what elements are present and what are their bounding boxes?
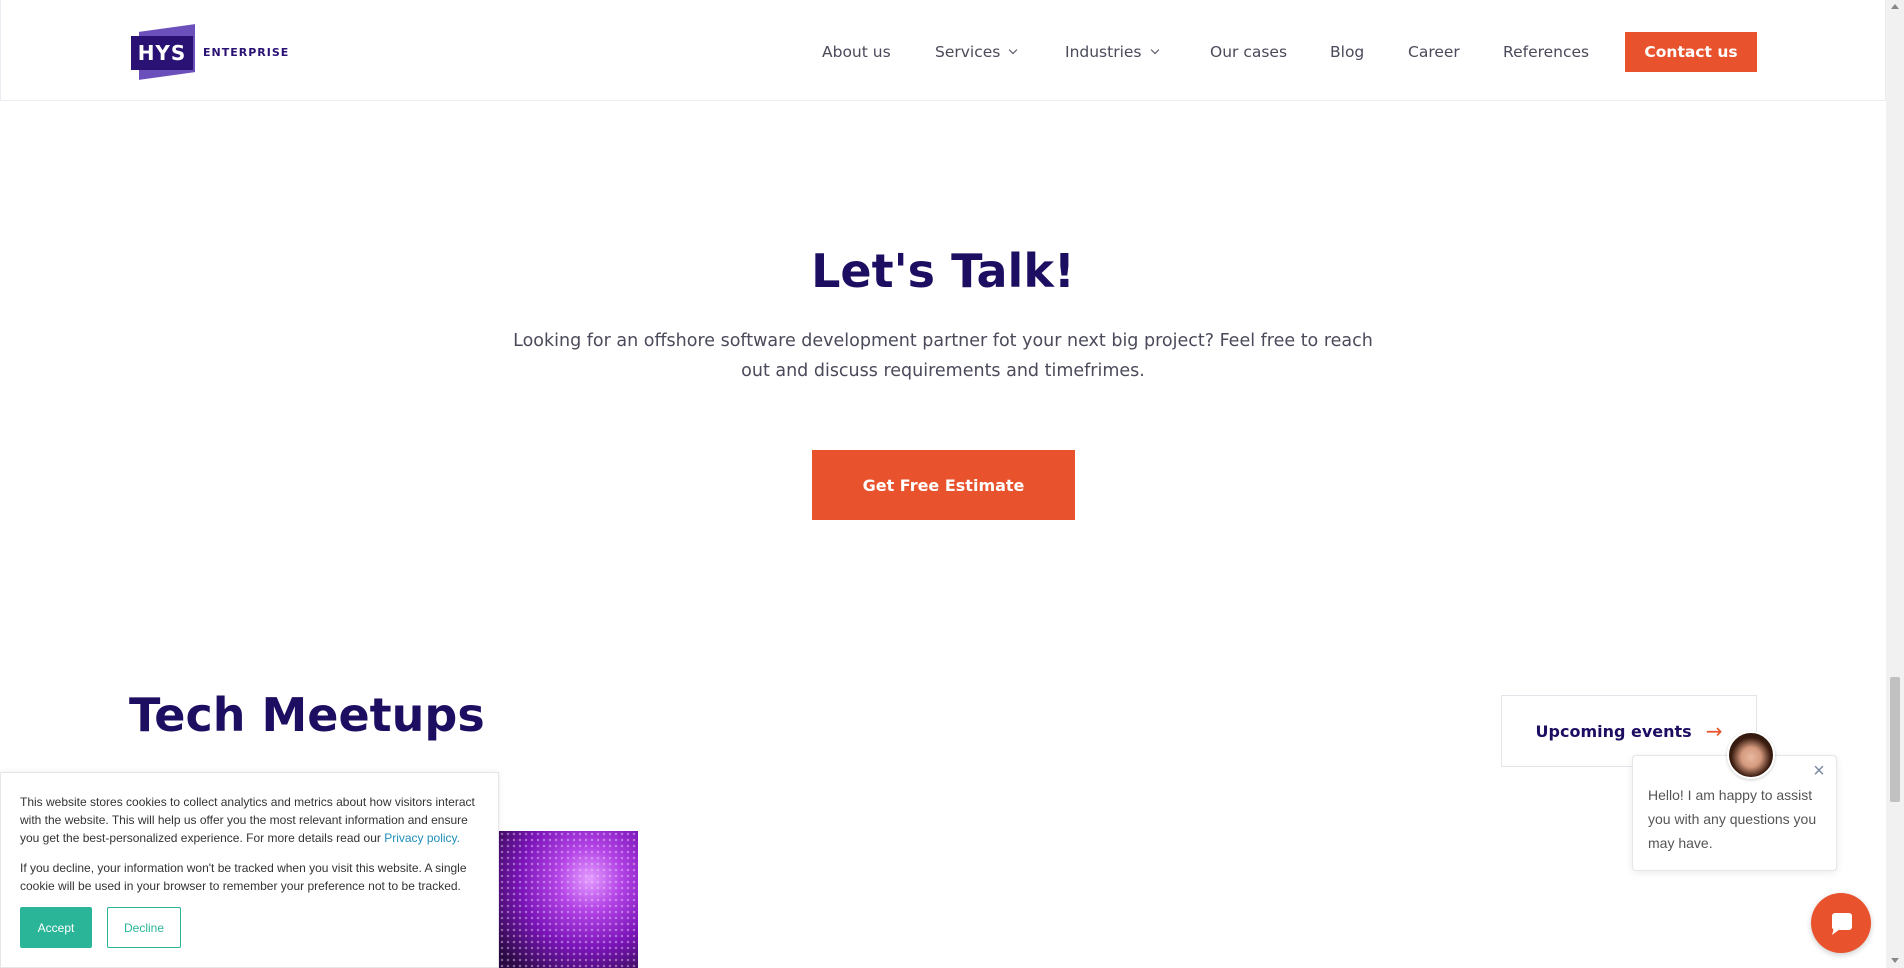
lets-talk-heading: Let's Talk! (811, 244, 1075, 298)
chat-icon (1832, 913, 1852, 935)
nav-career[interactable]: Career (1408, 43, 1460, 61)
logo-mark: HYS (131, 24, 195, 80)
site-header: HYS ENTERPRISE About us Services Industr… (0, 0, 1886, 101)
chevron-down-icon (1150, 45, 1159, 55)
nav-our-cases[interactable]: Our cases (1210, 43, 1287, 61)
logo-wordmark: ENTERPRISE (203, 45, 290, 59)
nav-industries[interactable]: Industries (1065, 43, 1159, 61)
privacy-policy-link[interactable]: Privacy policy. (384, 831, 460, 845)
agent-avatar (1727, 731, 1775, 779)
tech-meetups-heading: Tech Meetups (129, 688, 485, 742)
accept-cookies-button[interactable]: Accept (20, 907, 92, 948)
nav-blog[interactable]: Blog (1330, 43, 1364, 61)
cookie-banner: This website stores cookies to collect a… (0, 772, 499, 968)
scroll-down-icon[interactable] (1891, 958, 1899, 963)
upcoming-events-label: Upcoming events (1535, 721, 1692, 741)
nav-references[interactable]: References (1503, 43, 1589, 61)
cookie-decline-info: If you decline, your information won't b… (20, 861, 467, 893)
contact-us-button[interactable]: Contact us (1625, 32, 1757, 72)
logo-mark-text: HYS (131, 36, 193, 70)
nav-services[interactable]: Services (935, 43, 1018, 61)
get-free-estimate-button[interactable]: Get Free Estimate (812, 450, 1075, 520)
logo[interactable]: HYS ENTERPRISE (131, 24, 290, 80)
chat-launcher-button[interactable] (1811, 893, 1871, 953)
scroll-up-icon[interactable] (1891, 4, 1899, 9)
cookie-text: This website stores cookies to collect a… (20, 795, 475, 845)
arrow-right-icon: → (1705, 719, 1723, 743)
lets-talk-description: Looking for an offshore software develop… (513, 331, 1373, 381)
chevron-down-icon (1009, 45, 1018, 55)
nav-about-us[interactable]: About us (822, 43, 891, 61)
close-icon[interactable]: × (1810, 761, 1828, 781)
scrollbar[interactable] (1886, 0, 1904, 968)
scroll-thumb[interactable] (1890, 677, 1900, 802)
decline-cookies-button[interactable]: Decline (107, 907, 181, 948)
chat-message: Hello! I am happy to assist you with any… (1648, 787, 1817, 851)
meetup-image[interactable] (499, 831, 638, 968)
